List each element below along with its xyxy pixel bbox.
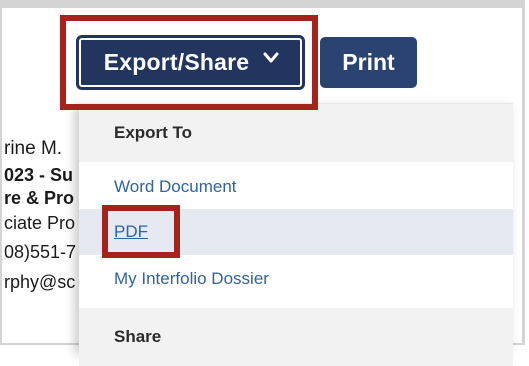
background-phone-text: 08)551-7 <box>4 242 77 262</box>
menu-item-word-document[interactable]: Word Document <box>79 164 513 210</box>
export-button-highlight-box <box>60 15 318 110</box>
background-date-text: 023 - Su <box>4 165 74 185</box>
menu-item-word-document-label: Word Document <box>114 177 237 196</box>
background-title-text: ciate Pro <box>4 213 76 233</box>
background-email-text: rphy@sc <box>4 272 76 292</box>
pdf-item-highlight-box <box>102 205 180 258</box>
print-button[interactable]: Print <box>320 37 417 88</box>
menu-item-interfolio-dossier[interactable]: My Interfolio Dossier <box>79 256 513 302</box>
share-header: Share <box>79 308 513 366</box>
export-to-header: Export To <box>79 104 513 162</box>
background-name-text: rine M. <box>4 138 63 159</box>
menu-item-interfolio-dossier-label: My Interfolio Dossier <box>114 269 269 288</box>
background-dept-text: re & Pro <box>4 188 75 208</box>
